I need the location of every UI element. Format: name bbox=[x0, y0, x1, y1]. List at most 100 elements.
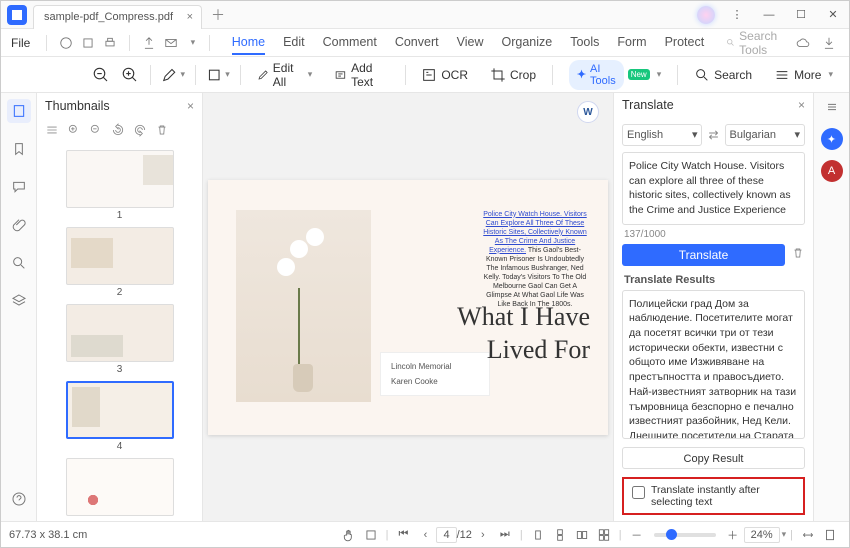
rail-bookmarks-icon[interactable] bbox=[7, 137, 31, 161]
fit-width-icon[interactable] bbox=[799, 526, 817, 544]
menu-protect[interactable]: Protect bbox=[665, 31, 705, 55]
rail-search-icon[interactable] bbox=[7, 251, 31, 275]
zoom-in-status-icon[interactable]: ＋ bbox=[724, 526, 742, 544]
thumb-rotate-left-icon[interactable] bbox=[111, 123, 125, 140]
clear-icon[interactable] bbox=[791, 246, 805, 263]
more-button[interactable]: More bbox=[768, 63, 839, 87]
thumb-list-icon[interactable] bbox=[45, 123, 59, 140]
char-counter: 137/1000 bbox=[624, 229, 803, 240]
maximize-icon[interactable]: ☐ bbox=[785, 1, 817, 29]
translate-instantly-checkbox[interactable]: Translate instantly after selecting text bbox=[622, 477, 805, 515]
first-page-icon[interactable]: ⏮ bbox=[394, 526, 412, 544]
view-continuous-icon[interactable] bbox=[551, 526, 569, 544]
rail-comments-icon[interactable] bbox=[7, 175, 31, 199]
menu-convert[interactable]: Convert bbox=[395, 31, 439, 55]
hand-tool-icon[interactable] bbox=[340, 526, 358, 544]
kebab-menu-icon[interactable]: ⋮ bbox=[721, 1, 753, 29]
search-button[interactable]: Search bbox=[688, 63, 758, 87]
rightrail-pdf-icon[interactable]: A bbox=[821, 160, 843, 182]
thumbnails-close-icon[interactable]: × bbox=[187, 99, 194, 113]
view-facing-icon[interactable] bbox=[573, 526, 591, 544]
edit-all-button[interactable]: Edit All bbox=[251, 57, 319, 93]
minimize-icon[interactable]: ― bbox=[753, 1, 785, 29]
source-language-select[interactable]: English▾ bbox=[622, 124, 702, 146]
menu-edit[interactable]: Edit bbox=[283, 31, 305, 55]
thumb-delete-icon[interactable] bbox=[155, 123, 169, 140]
zoom-out-status-icon[interactable]: － bbox=[628, 526, 646, 544]
word-export-icon[interactable]: W bbox=[577, 101, 599, 123]
source-text-box[interactable]: Police City Watch House. Visitors can ex… bbox=[622, 152, 805, 225]
tab-title: sample-pdf_Compress.pdf bbox=[44, 11, 173, 23]
new-tab-button[interactable]: ＋ bbox=[208, 5, 228, 25]
page-number[interactable]: 4 bbox=[436, 527, 456, 543]
thumbnail-2[interactable]: 2 bbox=[66, 227, 174, 298]
thumbnail-4[interactable]: 4 bbox=[66, 381, 174, 452]
close-window-icon[interactable]: ✕ bbox=[817, 1, 849, 29]
translate-instantly-input[interactable] bbox=[632, 486, 645, 499]
rail-attachments-icon[interactable] bbox=[7, 213, 31, 237]
swap-languages-icon[interactable]: ⇄ bbox=[708, 128, 718, 142]
select-icon[interactable] bbox=[206, 63, 230, 87]
rightrail-settings-icon[interactable] bbox=[824, 99, 840, 118]
highlighter-icon[interactable] bbox=[161, 63, 185, 87]
print-icon[interactable] bbox=[103, 35, 117, 51]
zoom-out-icon[interactable] bbox=[91, 63, 111, 87]
target-language-select[interactable]: Bulgarian▾ bbox=[725, 124, 805, 146]
thumb-zoomin-icon[interactable] bbox=[67, 123, 81, 140]
cloud-icon[interactable] bbox=[795, 35, 811, 51]
share-icon[interactable] bbox=[142, 35, 156, 51]
zoom-in-icon[interactable] bbox=[121, 63, 141, 87]
zoom-slider[interactable] bbox=[654, 533, 716, 537]
thumbnail-1[interactable]: 1 bbox=[66, 150, 174, 221]
menu-home[interactable]: Home bbox=[232, 31, 265, 55]
rightrail-ai-icon[interactable]: ✦ bbox=[821, 128, 843, 150]
mail-chevron-icon[interactable] bbox=[186, 35, 197, 51]
menu-tools[interactable]: Tools bbox=[570, 31, 599, 55]
zoom-value[interactable]: 24% bbox=[744, 527, 780, 543]
new-badge: New bbox=[628, 69, 650, 80]
menu-organize[interactable]: Organize bbox=[501, 31, 552, 55]
rail-layers-icon[interactable] bbox=[7, 289, 31, 313]
read-mode-icon[interactable] bbox=[362, 526, 380, 544]
page-canvas[interactable]: W Lincoln Memorial Karen Cooke Police Ci… bbox=[203, 93, 613, 521]
add-text-button[interactable]: Add Text bbox=[328, 57, 394, 93]
mail-icon[interactable] bbox=[164, 35, 178, 51]
ocr-button[interactable]: OCR bbox=[415, 63, 474, 87]
document-tab[interactable]: sample-pdf_Compress.pdf × bbox=[33, 5, 202, 29]
copy-result-button[interactable]: Copy Result bbox=[622, 447, 805, 469]
translate-title: Translate bbox=[622, 98, 674, 112]
menu-form[interactable]: Form bbox=[617, 31, 646, 55]
search-tools-input[interactable]: Search Tools bbox=[726, 29, 787, 57]
menu-comment[interactable]: Comment bbox=[323, 31, 377, 55]
last-page-icon[interactable]: ⏭ bbox=[496, 526, 514, 544]
results-header: Translate Results bbox=[614, 266, 813, 290]
thumbnail-3[interactable]: 3 bbox=[66, 304, 174, 375]
file-menu[interactable]: File bbox=[7, 36, 34, 50]
prev-page-icon[interactable]: ‹ bbox=[416, 526, 434, 544]
save-icon[interactable] bbox=[81, 35, 95, 51]
rail-help-icon[interactable] bbox=[7, 487, 31, 511]
menu-view[interactable]: View bbox=[457, 31, 484, 55]
crop-button[interactable]: Crop bbox=[484, 63, 542, 87]
thumbnail-5[interactable] bbox=[66, 458, 174, 516]
search-tools-placeholder: Search Tools bbox=[739, 29, 787, 57]
view-single-icon[interactable] bbox=[529, 526, 547, 544]
translate-instantly-label: Translate instantly after selecting text bbox=[651, 484, 795, 508]
open-icon[interactable] bbox=[59, 35, 73, 51]
download-icon[interactable] bbox=[821, 35, 837, 51]
tab-close-icon[interactable]: × bbox=[187, 11, 193, 23]
fit-page-icon[interactable] bbox=[821, 526, 839, 544]
assistant-orb-icon[interactable] bbox=[697, 6, 715, 24]
next-page-icon[interactable]: › bbox=[474, 526, 492, 544]
status-dimensions: 67.73 x 38.1 cm bbox=[9, 529, 87, 541]
rail-thumbnails-icon[interactable] bbox=[7, 99, 31, 123]
thumbnails-title: Thumbnails bbox=[45, 99, 110, 113]
translate-button[interactable]: Translate bbox=[622, 244, 785, 266]
ai-tools-button[interactable]: ✦AI Tools New bbox=[563, 56, 667, 94]
thumb-rotate-right-icon[interactable] bbox=[133, 123, 147, 140]
result-text-box[interactable]: Полицейски град Дом за наблюдение. Посет… bbox=[622, 290, 805, 439]
thumb-zoomout-icon[interactable] bbox=[89, 123, 103, 140]
translate-close-icon[interactable]: × bbox=[798, 98, 805, 112]
view-facing-cont-icon[interactable] bbox=[595, 526, 613, 544]
app-logo-icon bbox=[7, 5, 27, 25]
